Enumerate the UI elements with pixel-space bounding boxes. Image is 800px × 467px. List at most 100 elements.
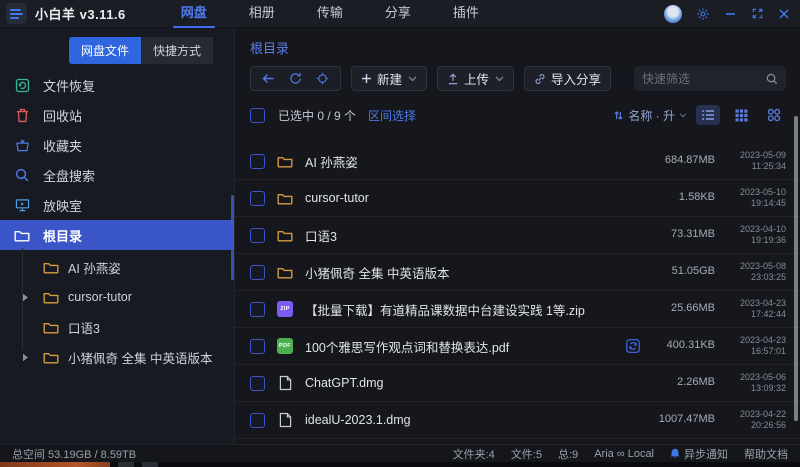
app-window: 小白羊 v3.11.6 网盘相册传输分享插件 网盘文件快捷方式 文件恢复回收站收…	[0, 0, 800, 467]
close-icon[interactable]	[778, 8, 790, 20]
search-icon	[14, 168, 30, 182]
file-datetime: 2023-04-1019:19:36	[726, 224, 786, 247]
folder-icon	[276, 155, 294, 168]
back-icon[interactable]	[255, 73, 282, 84]
large-grid-view-button[interactable]	[762, 105, 786, 125]
file-list: AI 孙燕姿684.87MB2023-05-0911:25:34 cursor-t…	[235, 143, 800, 444]
quick-filter-input[interactable]	[642, 72, 766, 86]
file-time: 11:25:34	[726, 161, 786, 172]
async-notify-label: 异步通知	[684, 446, 728, 462]
sidebar-mode-tab[interactable]: 网盘文件	[69, 37, 141, 64]
bottom-strip	[0, 462, 800, 467]
caret-right-icon[interactable]	[22, 293, 34, 302]
tree-item[interactable]: 口语3	[0, 312, 234, 342]
sidebar-item-全盘搜索[interactable]: 全盘搜索	[0, 160, 234, 190]
titlebar-tab-网盘[interactable]: 网盘	[181, 0, 207, 28]
table-row[interactable]: ZIP【批量下载】有道精品课数据中台建设实践 1等.zip25.66MB2023…	[235, 291, 800, 328]
row-checkbox[interactable]	[250, 191, 265, 206]
sidebar-item-label: 回收站	[43, 106, 82, 125]
sidebar-item-根目录[interactable]: 根目录	[0, 220, 234, 250]
user-avatar[interactable]	[664, 5, 682, 23]
range-select-link[interactable]: 区间选择	[368, 107, 416, 124]
file-name: 口语3	[305, 226, 642, 245]
sidebar-scrollbar[interactable]	[231, 195, 234, 280]
row-checkbox[interactable]	[250, 154, 265, 169]
tree-item[interactable]: cursor-tutor	[0, 282, 234, 312]
table-row[interactable]: AI 孙燕姿684.87MB2023-05-0911:25:34	[235, 143, 800, 180]
sidebar: 网盘文件快捷方式 文件恢复回收站收藏夹全盘搜索放映室根目录 AI 孙燕姿curs…	[0, 28, 235, 444]
folder-icon	[43, 321, 59, 334]
table-row[interactable]: PDF100个雅思写作观点词和替换表达.pdf400.31KB2023-04-2…	[235, 328, 800, 365]
help-doc-link[interactable]: 帮助文档	[744, 446, 788, 462]
sidebar-item-label: 收藏夹	[43, 136, 82, 155]
file-datetime: 2023-04-2220:26:56	[726, 409, 786, 432]
table-row[interactable]: ChatGPT.dmg2.26MB2023-05-0613:09:32	[235, 365, 800, 402]
table-row[interactable]: 口语373.31MB2023-04-1019:19:36	[235, 217, 800, 254]
row-checkbox[interactable]	[250, 413, 265, 428]
table-row[interactable]: cursor-tutor1.58KB2023-05-1019:14:45	[235, 180, 800, 217]
file-size: 1.58KB	[653, 191, 715, 204]
file-restore-icon	[14, 78, 30, 93]
folder-icon	[43, 261, 59, 274]
titlebar-tab-传输[interactable]: 传输	[317, 0, 343, 28]
folder-count: 文件夹:4	[453, 446, 495, 462]
file-size: 684.87MB	[653, 154, 715, 167]
file-name: cursor-tutor	[305, 191, 642, 205]
search-icon[interactable]	[766, 73, 778, 85]
file-time: 17:42:44	[726, 309, 786, 320]
maximize-icon[interactable]	[751, 7, 764, 20]
refresh-icon[interactable]	[282, 72, 309, 85]
chevron-down-icon	[495, 76, 504, 82]
breadcrumb[interactable]: 根目录	[235, 28, 800, 57]
tree-item[interactable]: 小猪佩奇 全集 中英语版本	[0, 342, 234, 372]
row-checkbox[interactable]	[250, 228, 265, 243]
file-date: 2023-04-23	[726, 298, 786, 309]
upload-button[interactable]: 上传	[437, 66, 514, 91]
minimize-icon[interactable]	[724, 7, 737, 20]
file-datetime: 2023-05-0613:09:32	[726, 372, 786, 395]
locate-icon[interactable]	[309, 72, 336, 85]
tree-item[interactable]: AI 孙燕姿	[0, 252, 234, 282]
import-share-button[interactable]: 导入分享	[524, 66, 611, 91]
sort-control[interactable]: 名称 · 升	[613, 107, 687, 124]
table-row[interactable]: idealU-2023.1.dmg1007.47MB2023-04-2220:2…	[235, 402, 800, 439]
async-notify-item[interactable]: 异步通知	[670, 446, 728, 462]
grid-view-button[interactable]	[729, 105, 753, 125]
file-name: idealU-2023.1.dmg	[305, 413, 642, 427]
sidebar-item-回收站[interactable]: 回收站	[0, 100, 234, 130]
sidebar-item-文件恢复[interactable]: 文件恢复	[0, 70, 234, 100]
nav-button-group	[250, 66, 341, 91]
sidebar-item-放映室[interactable]: 放映室	[0, 190, 234, 220]
total-count: 总:9	[558, 446, 578, 462]
sync-badge-icon[interactable]	[626, 339, 640, 353]
titlebar-tab-插件[interactable]: 插件	[453, 0, 479, 28]
row-checkbox[interactable]	[250, 302, 265, 317]
folder-icon	[276, 192, 294, 205]
sidebar-item-label: 文件恢复	[43, 76, 95, 95]
upload-button-label: 上传	[464, 69, 489, 88]
caret-right-icon[interactable]	[22, 353, 34, 362]
new-button[interactable]: 新建	[351, 66, 427, 91]
zip-file-icon: ZIP	[277, 301, 293, 317]
row-checkbox[interactable]	[250, 265, 265, 280]
titlebar-tab-相册[interactable]: 相册	[249, 0, 275, 28]
settings-gear-icon[interactable]	[696, 7, 710, 21]
folder-icon	[14, 229, 30, 242]
list-view-button[interactable]	[696, 105, 720, 125]
pdf-file-icon: PDF	[277, 338, 293, 354]
sidebar-mode-tab[interactable]: 快捷方式	[141, 37, 213, 64]
tree-item-label: 口语3	[68, 318, 100, 337]
pdf-file-icon: PDF	[276, 338, 294, 354]
sidebar-item-收藏夹[interactable]: 收藏夹	[0, 130, 234, 160]
table-row[interactable]: 小猪佩奇 全集 中英语版本51.05GB2023-05-0823:03:25	[235, 254, 800, 291]
titlebar-tab-分享[interactable]: 分享	[385, 0, 411, 28]
file-time: 19:19:36	[726, 235, 786, 246]
file-file-icon	[276, 375, 294, 391]
file-size: 400.31KB	[653, 339, 715, 352]
row-checkbox[interactable]	[250, 339, 265, 354]
select-all-checkbox[interactable]	[250, 108, 265, 123]
chevron-down-icon	[408, 76, 417, 82]
file-list-scrollbar[interactable]	[794, 116, 798, 421]
statusbar-right: 文件夹:4 文件:5 总:9 Aria ∞ Local 异步通知 帮助文档	[453, 446, 788, 462]
row-checkbox[interactable]	[250, 376, 265, 391]
